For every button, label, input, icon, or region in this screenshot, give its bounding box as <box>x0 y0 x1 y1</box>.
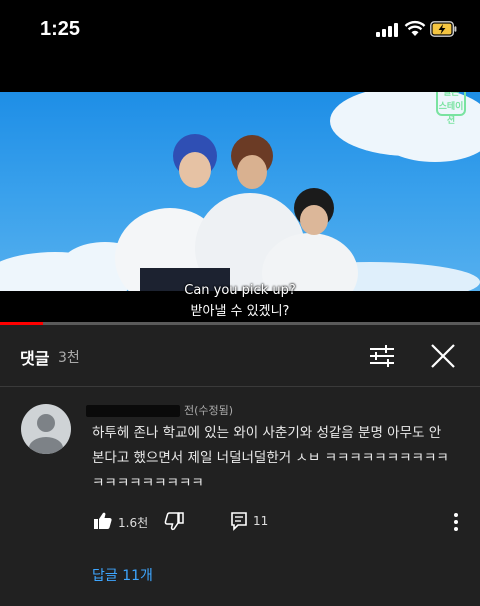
avatar[interactable] <box>21 404 71 454</box>
comment-line: 하투헤 존나 학교에 있는 와이 사춘기와 성같음 분명 아무도 안 <box>92 425 442 441</box>
comment-author[interactable]: 전(수정됨) <box>86 402 233 418</box>
clock: 1:25 <box>40 18 81 40</box>
wifi-icon <box>404 20 426 36</box>
battery-charging-icon <box>430 21 457 37</box>
more-vertical-icon[interactable] <box>448 510 464 534</box>
reply-count: 11 <box>253 514 269 528</box>
subtitle-english: Can you pick up? <box>184 283 296 298</box>
view-replies-link[interactable]: 답글 11개 <box>92 565 153 585</box>
redacted-name <box>86 405 180 417</box>
channel-watermark: 멜론 스테이션 <box>436 92 466 126</box>
close-icon[interactable] <box>426 339 460 373</box>
comments-title: 댓글 <box>20 349 50 368</box>
status-bar: 1:25 <box>0 0 480 92</box>
like-count: 1.6천 <box>118 516 149 530</box>
comment-line: ㅋㅋㅋㅋㅋㅋㅋㅋㅋ <box>92 475 204 491</box>
signal-icon <box>376 23 398 37</box>
comment-actions: 1.6천 11 <box>0 508 480 536</box>
sliders-icon[interactable] <box>364 341 400 371</box>
reply-comment-icon[interactable] <box>230 511 248 531</box>
video-player[interactable]: 멜론 스테이션 Can you pick up? 받아낼 수 있겠니? <box>0 92 480 324</box>
comment-body: 하투헤 존나 학교에 있는 와이 사춘기와 성같음 분명 아무도 안 본다고 했… <box>92 421 468 496</box>
comment-meta: 전(수정됨) <box>184 404 234 417</box>
comment-line: 본다고 했으면서 제일 너덜너덜한거 ㅅㅂ ㅋㅋㅋㅋㅋㅋㅋㅋㅋㅋ <box>92 450 449 466</box>
comments-count: 3천 <box>58 350 80 366</box>
subtitle-korean: 받아낼 수 있겠니? <box>190 304 290 319</box>
thumbs-up-icon[interactable] <box>93 511 113 531</box>
comments-header: 댓글 3천 <box>0 325 480 387</box>
thumbs-down-icon[interactable] <box>164 511 184 531</box>
default-avatar-icon <box>29 414 63 454</box>
video-frame-people <box>115 134 358 298</box>
